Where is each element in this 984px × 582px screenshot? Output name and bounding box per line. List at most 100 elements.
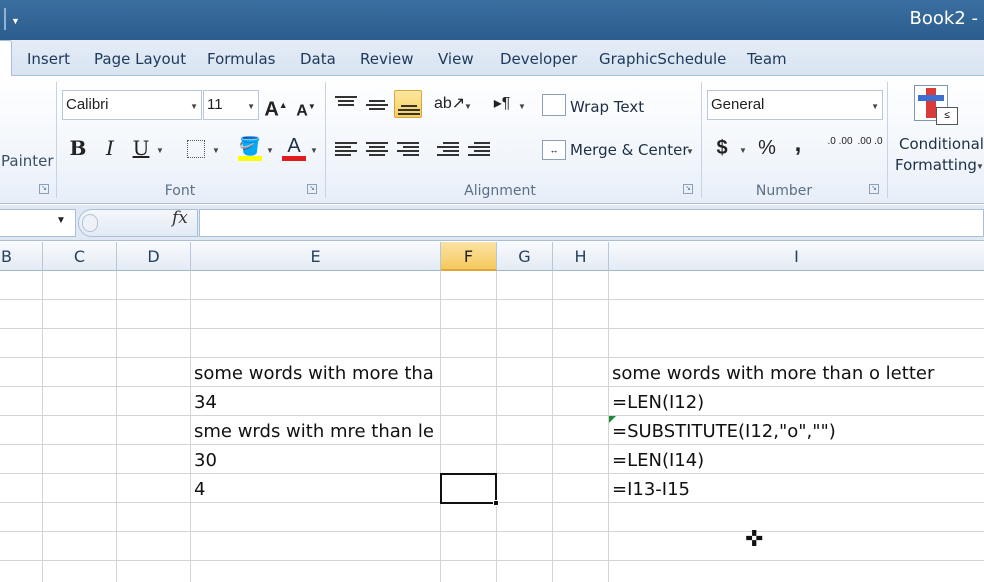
merge-center-button[interactable]: Merge & Center xyxy=(570,141,689,159)
cell-i15[interactable]: =LEN(I14) xyxy=(609,445,984,474)
alignment-launcher-icon[interactable]: ↘ xyxy=(683,184,693,194)
align-right-icon[interactable] xyxy=(397,140,419,158)
column-headers: B C D E F G H I xyxy=(0,242,984,271)
tab-home[interactable] xyxy=(0,40,12,77)
tab-team[interactable]: Team xyxy=(747,50,787,68)
top-align-icon[interactable] xyxy=(335,94,357,108)
bottom-align-button[interactable] xyxy=(394,90,422,118)
comma-button[interactable]: , xyxy=(784,130,812,158)
column-header-h[interactable]: H xyxy=(553,242,609,271)
wrap-text-button[interactable]: Wrap Text xyxy=(570,98,644,116)
column-header-i[interactable]: I xyxy=(609,242,984,271)
clipboard-launcher-icon[interactable]: ↘ xyxy=(39,184,49,194)
font-name-combo[interactable]: Calibri ▼ xyxy=(62,90,202,120)
column-header-c[interactable]: C xyxy=(43,242,117,271)
tab-insert[interactable]: Insert xyxy=(27,50,70,68)
format-painter-button[interactable]: Painter xyxy=(1,152,54,170)
chevron-down-icon[interactable]: ▼ xyxy=(686,147,694,156)
chevron-down-icon: ▼ xyxy=(247,102,255,111)
paragraph-icon: ▸¶ xyxy=(493,95,511,112)
bottom-align-icon xyxy=(398,103,420,117)
cell-i12[interactable]: some words with more than o letter xyxy=(609,358,984,387)
cell-i14[interactable]: =SUBSTITUTE(I12,"o","") xyxy=(609,416,984,445)
group-separator xyxy=(56,82,57,198)
fill-handle[interactable] xyxy=(493,500,499,506)
bold-button[interactable]: B xyxy=(64,134,92,162)
grow-font-button[interactable]: A▲ xyxy=(262,91,290,121)
column-header-d[interactable]: D xyxy=(117,242,191,271)
chevron-down-icon[interactable]: ▼ xyxy=(212,146,220,155)
currency-button[interactable]: $ xyxy=(708,134,736,162)
fill-color-swatch xyxy=(238,156,262,161)
middle-align-icon[interactable] xyxy=(366,98,388,112)
formula-bar-resize-handle[interactable] xyxy=(82,214,98,232)
borders-button[interactable] xyxy=(182,134,210,162)
tab-review[interactable]: Review xyxy=(360,50,414,68)
tab-graphicschedule[interactable]: GraphicSchedule xyxy=(599,50,726,68)
formula-bar: ▼ xyxy=(0,205,984,241)
cell-i16[interactable]: =I13-I15 xyxy=(609,474,984,503)
cell-e16[interactable]: 4 xyxy=(191,474,440,503)
chevron-down-icon[interactable]: ▼ xyxy=(518,102,526,111)
number-launcher-icon[interactable]: ↘ xyxy=(869,184,879,194)
font-size-combo[interactable]: 11 ▼ xyxy=(203,90,259,120)
chevron-down-icon[interactable]: ▼ xyxy=(56,215,66,226)
underline-button[interactable]: U xyxy=(127,134,155,162)
chevron-down-icon[interactable]: ▼ xyxy=(310,146,318,155)
cell-e15[interactable]: 30 xyxy=(191,445,440,474)
orientation-button[interactable]: ab↗ xyxy=(434,90,465,118)
chevron-down-icon[interactable]: ▼ xyxy=(739,146,747,155)
chevron-down-icon[interactable]: ▼ xyxy=(464,102,472,111)
column-header-b[interactable]: B xyxy=(0,242,43,271)
group-separator xyxy=(887,82,888,198)
increase-indent-icon[interactable] xyxy=(468,140,490,158)
fill-color-button[interactable]: 🪣 xyxy=(236,132,264,161)
font-launcher-icon[interactable]: ↘ xyxy=(307,184,317,194)
decrease-indent-icon[interactable] xyxy=(437,140,459,158)
column-header-g[interactable]: G xyxy=(497,242,553,271)
tab-page-layout[interactable]: Page Layout xyxy=(94,50,186,68)
conditional-formatting-button[interactable]: Conditional xyxy=(899,135,984,153)
active-cell-f16[interactable] xyxy=(440,473,497,504)
quick-access-dropdown-icon[interactable]: ▼ xyxy=(11,16,20,26)
quick-access-separator xyxy=(4,8,6,30)
font-group-label: Font xyxy=(164,183,196,199)
tab-formulas[interactable]: Formulas xyxy=(207,50,275,68)
ribbon: Painter ↘ Calibri ▼ 11 ▼ A▲ A▼ B I U ▼ ▼… xyxy=(0,76,984,204)
tab-developer[interactable]: Developer xyxy=(500,50,577,68)
align-left-icon[interactable] xyxy=(335,140,357,158)
chevron-down-icon[interactable]: ▼ xyxy=(266,146,274,155)
align-center-icon[interactable] xyxy=(366,140,388,158)
decrease-decimal-button[interactable]: .00 .0 xyxy=(856,134,884,162)
conditional-formatting-icon: ≤ xyxy=(914,85,960,127)
title-bar: ▼ Book2 - xyxy=(0,0,984,40)
column-header-f[interactable]: F xyxy=(441,242,497,271)
font-color-button[interactable]: A xyxy=(280,132,308,161)
cell-e12[interactable]: some words with more tha xyxy=(191,358,440,387)
chevron-down-icon: ▼ xyxy=(871,102,879,111)
shrink-font-button[interactable]: A▼ xyxy=(292,93,320,121)
formula-input[interactable] xyxy=(199,209,984,237)
tab-view[interactable]: View xyxy=(438,50,474,68)
insert-function-button[interactable]: fx xyxy=(172,208,188,228)
number-format-combo[interactable]: General ▼ xyxy=(707,90,883,120)
percent-button[interactable]: % xyxy=(753,134,781,162)
text-direction-button[interactable]: ▸¶ xyxy=(488,90,516,118)
cell-e14[interactable]: sme wrds with mre than le xyxy=(191,416,440,445)
font-color-swatch xyxy=(282,156,306,161)
window-title: Book2 - xyxy=(909,8,978,29)
number-format-value: General xyxy=(711,96,765,113)
chevron-down-icon[interactable]: ▼ xyxy=(156,146,164,155)
cell-e13[interactable]: 34 xyxy=(191,387,440,416)
column-header-e[interactable]: E xyxy=(191,242,441,271)
increase-decimal-button[interactable]: .0 .00 xyxy=(826,134,854,162)
chevron-down-icon[interactable]: ▼ xyxy=(976,162,984,171)
group-separator xyxy=(325,82,326,198)
error-indicator-icon[interactable] xyxy=(609,416,616,423)
cell-i13[interactable]: =LEN(I12) xyxy=(609,387,984,416)
ribbon-tabs: Insert Page Layout Formulas Data Review … xyxy=(0,40,984,77)
wrap-text-icon xyxy=(542,94,566,116)
merge-center-icon: ↔ xyxy=(542,140,566,160)
tab-data[interactable]: Data xyxy=(300,50,336,68)
italic-button[interactable]: I xyxy=(96,134,124,162)
